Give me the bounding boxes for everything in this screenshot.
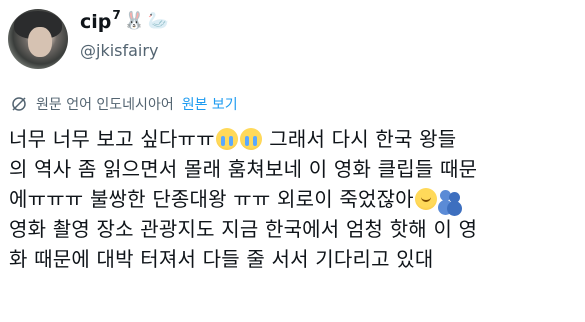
tweet-text-segment: 너무 너무 보고 싶다ㅠㅠ <box>9 127 215 151</box>
tweet-text-segment: 그래서 다시 한국 왕들 <box>262 127 457 151</box>
translation-bar: 원문 언어 인도네시아어 원본 보기 <box>10 93 238 115</box>
user-handle[interactable]: @jkisfairy <box>80 40 158 62</box>
display-name[interactable]: cip <box>80 10 111 34</box>
people-hugging-icon <box>439 188 461 210</box>
tweet-text: 너무 너무 보고 싶다ㅠㅠ 그래서 다시 한국 왕들 의 역사 좀 읽으면서 몰… <box>9 124 581 274</box>
tweet-line-1: 너무 너무 보고 싶다ㅠㅠ 그래서 다시 한국 왕들 <box>9 124 581 154</box>
loudly-crying-face-icon <box>239 128 262 150</box>
view-original-link[interactable]: 원본 보기 <box>182 94 238 114</box>
tweet-line-2: 의 역사 좀 읽으면서 몰래 훔쳐보네 이 영화 클립들 때문 <box>9 157 478 181</box>
swan-icon: 🦢 <box>147 11 170 31</box>
avatar[interactable] <box>8 9 68 69</box>
display-name-row[interactable]: cip 7 🐰 🦢 <box>80 8 170 36</box>
face-holding-back-tears-icon <box>414 188 437 210</box>
translation-label: 원문 언어 인도네시아어 <box>36 97 174 113</box>
translate-icon <box>12 97 26 111</box>
tweet-line-3: 에ㅠㅠㅠ 불쌍한 단종대왕 ㅠㅠ 외로이 죽었잖아 <box>9 184 581 214</box>
display-name-superscript: 7 <box>112 8 121 22</box>
tweet-line-5: 화 때문에 대박 터져서 다들 줄 서서 기다리고 있대 <box>9 247 434 271</box>
loudly-crying-face-icon <box>215 128 238 150</box>
rabbit-icon: 🐰 <box>123 11 145 31</box>
tweet-line-4: 영화 촬영 장소 관광지도 지금 한국에서 엄청 핫해 이 영 <box>9 217 478 241</box>
tweet-text-segment: 에ㅠㅠㅠ 불쌍한 단종대왕 ㅠㅠ 외로이 죽었잖아 <box>9 187 414 211</box>
